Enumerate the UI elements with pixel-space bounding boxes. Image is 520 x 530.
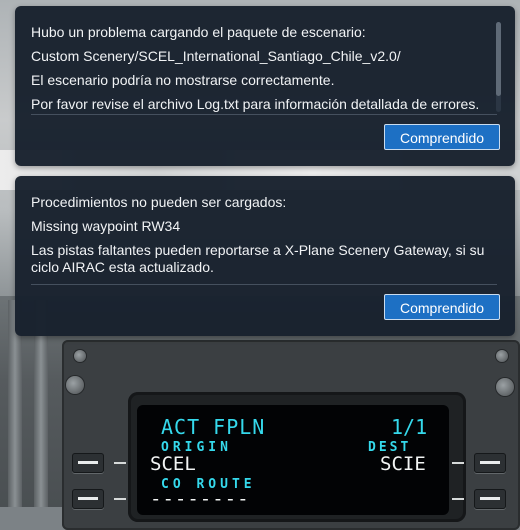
lsk-tick — [114, 498, 126, 500]
bezel-screw-icon — [74, 350, 86, 362]
dialog-message-line: Por favor revise el archivo Log.txt para… — [31, 96, 480, 112]
fmc-dest-value: SCIE — [380, 453, 426, 475]
dialog-message: Procedimientos no pueden ser cargados: M… — [31, 190, 493, 290]
procedures-error-dialog: Procedimientos no pueden ser cargados: M… — [15, 176, 515, 336]
fmc-screen: ACT FPLN 1/1 ORIGIN DEST SCEL SCIE CO RO… — [137, 405, 449, 515]
lsk-tick — [452, 462, 464, 464]
lsk-left-2-button[interactable] — [72, 489, 104, 509]
dialog-divider — [31, 114, 497, 115]
scenery-error-dialog: Hubo un problema cargando el paquete de … — [15, 6, 515, 166]
dialog-message-line: Las pistas faltantes pueden reportarse a… — [31, 242, 485, 275]
acknowledge-button[interactable]: Comprendido — [384, 294, 500, 320]
dialog-divider — [31, 284, 497, 285]
lsk-tick — [452, 498, 464, 500]
dialog-message-line: Custom Scenery/SCEL_International_Santia… — [31, 48, 401, 64]
lsk-tick — [114, 462, 126, 464]
bezel-screw-icon — [496, 350, 508, 362]
dialog-scrollbar-thumb[interactable] — [496, 22, 501, 96]
acknowledge-button[interactable]: Comprendido — [384, 124, 500, 150]
fmc-page-title: ACT FPLN — [161, 415, 266, 439]
lsk-right-2-button[interactable] — [474, 489, 506, 509]
fmc-page-number: 1/1 — [391, 415, 428, 439]
dialog-message-line: Procedimientos no pueden ser cargados: — [31, 194, 287, 210]
bezel-knob-icon[interactable] — [66, 376, 84, 394]
fmc-origin-value: SCEL — [150, 453, 196, 475]
dialog-message: Hubo un problema cargando el paquete de … — [31, 20, 493, 114]
lsk-left-1-button[interactable] — [72, 453, 104, 473]
dialog-message-line: El escenario podría no mostrarse correct… — [31, 72, 335, 88]
bezel-knob-icon[interactable] — [496, 378, 514, 396]
dialog-message-line: Missing waypoint RW34 — [31, 218, 181, 234]
dialog-message-line: Hubo un problema cargando el paquete de … — [31, 24, 366, 40]
lsk-right-1-button[interactable] — [474, 453, 506, 473]
